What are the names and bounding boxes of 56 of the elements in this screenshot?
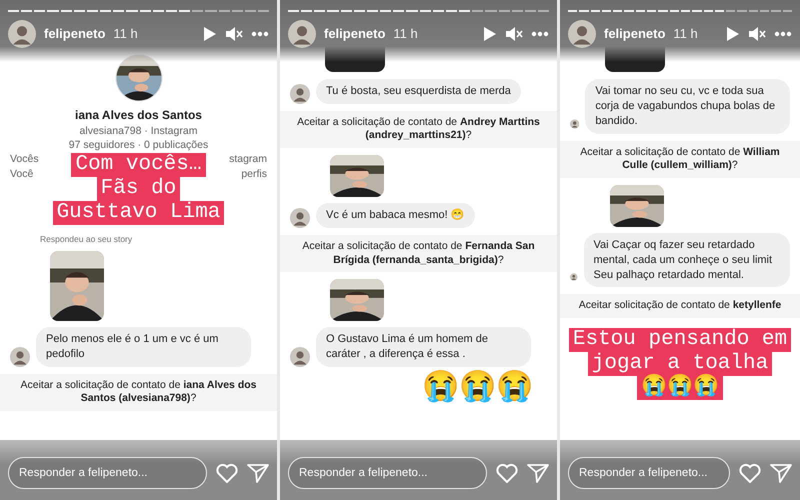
profile-info-text: Vocês xyxy=(10,152,39,167)
heart-icon[interactable] xyxy=(216,463,238,483)
post-time: 11 h xyxy=(113,25,139,44)
reply-field[interactable]: Responder a felipeneto... xyxy=(288,457,487,489)
avatar-icon xyxy=(290,208,310,228)
avatar-icon xyxy=(568,20,596,48)
send-icon[interactable] xyxy=(247,463,269,483)
post-time: 11 h xyxy=(393,25,419,44)
mute-icon[interactable] xyxy=(225,26,243,42)
play-icon[interactable] xyxy=(726,26,740,42)
reply-field[interactable]: Responder a felipeneto... xyxy=(568,457,730,489)
heart-icon[interactable] xyxy=(739,463,761,483)
contact-request-text: Aceitar a solicitação de contato de William Culle (cullem_william)? xyxy=(560,140,800,178)
username: felipeneto xyxy=(44,25,106,44)
mute-icon[interactable] xyxy=(505,26,523,42)
more-icon[interactable] xyxy=(251,31,269,37)
avatar-icon xyxy=(10,346,30,367)
emoji-text: 😭😭😭 xyxy=(422,370,533,403)
contact-request-text: Aceitar a solicitação de contato de Andrey Marttins (andrey_marttins21)? xyxy=(280,110,557,148)
message-bubble: Vai tomar no seu cu, vc e toda sua corja de vagabundos chupa bolas de bandido. xyxy=(585,79,790,134)
username: felipeneto xyxy=(604,25,666,44)
send-icon[interactable] xyxy=(770,463,792,483)
play-icon[interactable] xyxy=(483,26,497,42)
caption-sticker: Fãs do xyxy=(96,176,180,201)
more-icon[interactable] xyxy=(531,31,549,37)
message-bubble: Tu é bosta, seu esquerdista de merda xyxy=(316,79,521,104)
profile-info-text: Você xyxy=(10,166,34,181)
contact-request-text: Aceitar solicitação de contato de ketyllenfe xyxy=(560,294,800,318)
caption-sticker: 😭😭😭 xyxy=(637,376,723,400)
heart-icon[interactable] xyxy=(496,463,518,483)
play-icon[interactable] xyxy=(203,26,217,42)
message-bubble: Pelo menos ele é o 1 um e vc é um pedofilo xyxy=(36,326,251,367)
avatar-icon xyxy=(288,20,316,48)
message-bubble: Vc é um babaca mesmo! 😁 xyxy=(316,203,475,228)
profile-handle: alvesiana798 · Instagram xyxy=(80,124,198,138)
caption-sticker: Gusttavo Lima xyxy=(52,200,224,226)
mute-icon[interactable] xyxy=(748,26,766,42)
contact-request-text: Aceitar a solicitação de contato de Fernanda San Brígida (fernanda_santa_brigida)? xyxy=(280,234,557,272)
caption-sticker: Com vocês… xyxy=(71,152,206,177)
message-bubble: O Gustavo Lima é um homem de caráter , a diferença é essa . xyxy=(316,327,531,367)
profile-name: iana Alves dos Santos xyxy=(75,107,202,124)
caption-sticker: Estou pensando em xyxy=(568,328,792,352)
username: felipeneto xyxy=(324,25,386,44)
profile-info-text: stagram xyxy=(229,152,267,167)
avatar-icon xyxy=(290,346,310,367)
message-bubble: Vai Caçar oq fazer seu retardado mental, cada um conheçe o seu limit Seu palhaço retardado mental. xyxy=(584,232,790,288)
post-time: 11 h xyxy=(673,25,699,44)
reply-field[interactable]: Responder a felipeneto... xyxy=(8,457,207,489)
more-icon[interactable] xyxy=(774,31,792,37)
profile-stats: 97 seguidores · 0 publicações xyxy=(68,138,208,152)
contact-request-text: Aceitar a solicitação de contato de iana Alves dos Santos (alvesiana798)? xyxy=(0,374,277,411)
avatar-icon xyxy=(290,84,310,104)
reply-note: Respondeu ao seu story xyxy=(40,233,132,246)
send-icon[interactable] xyxy=(527,463,549,483)
avatar-icon xyxy=(8,20,36,48)
profile-info-text: perfis xyxy=(241,166,267,181)
